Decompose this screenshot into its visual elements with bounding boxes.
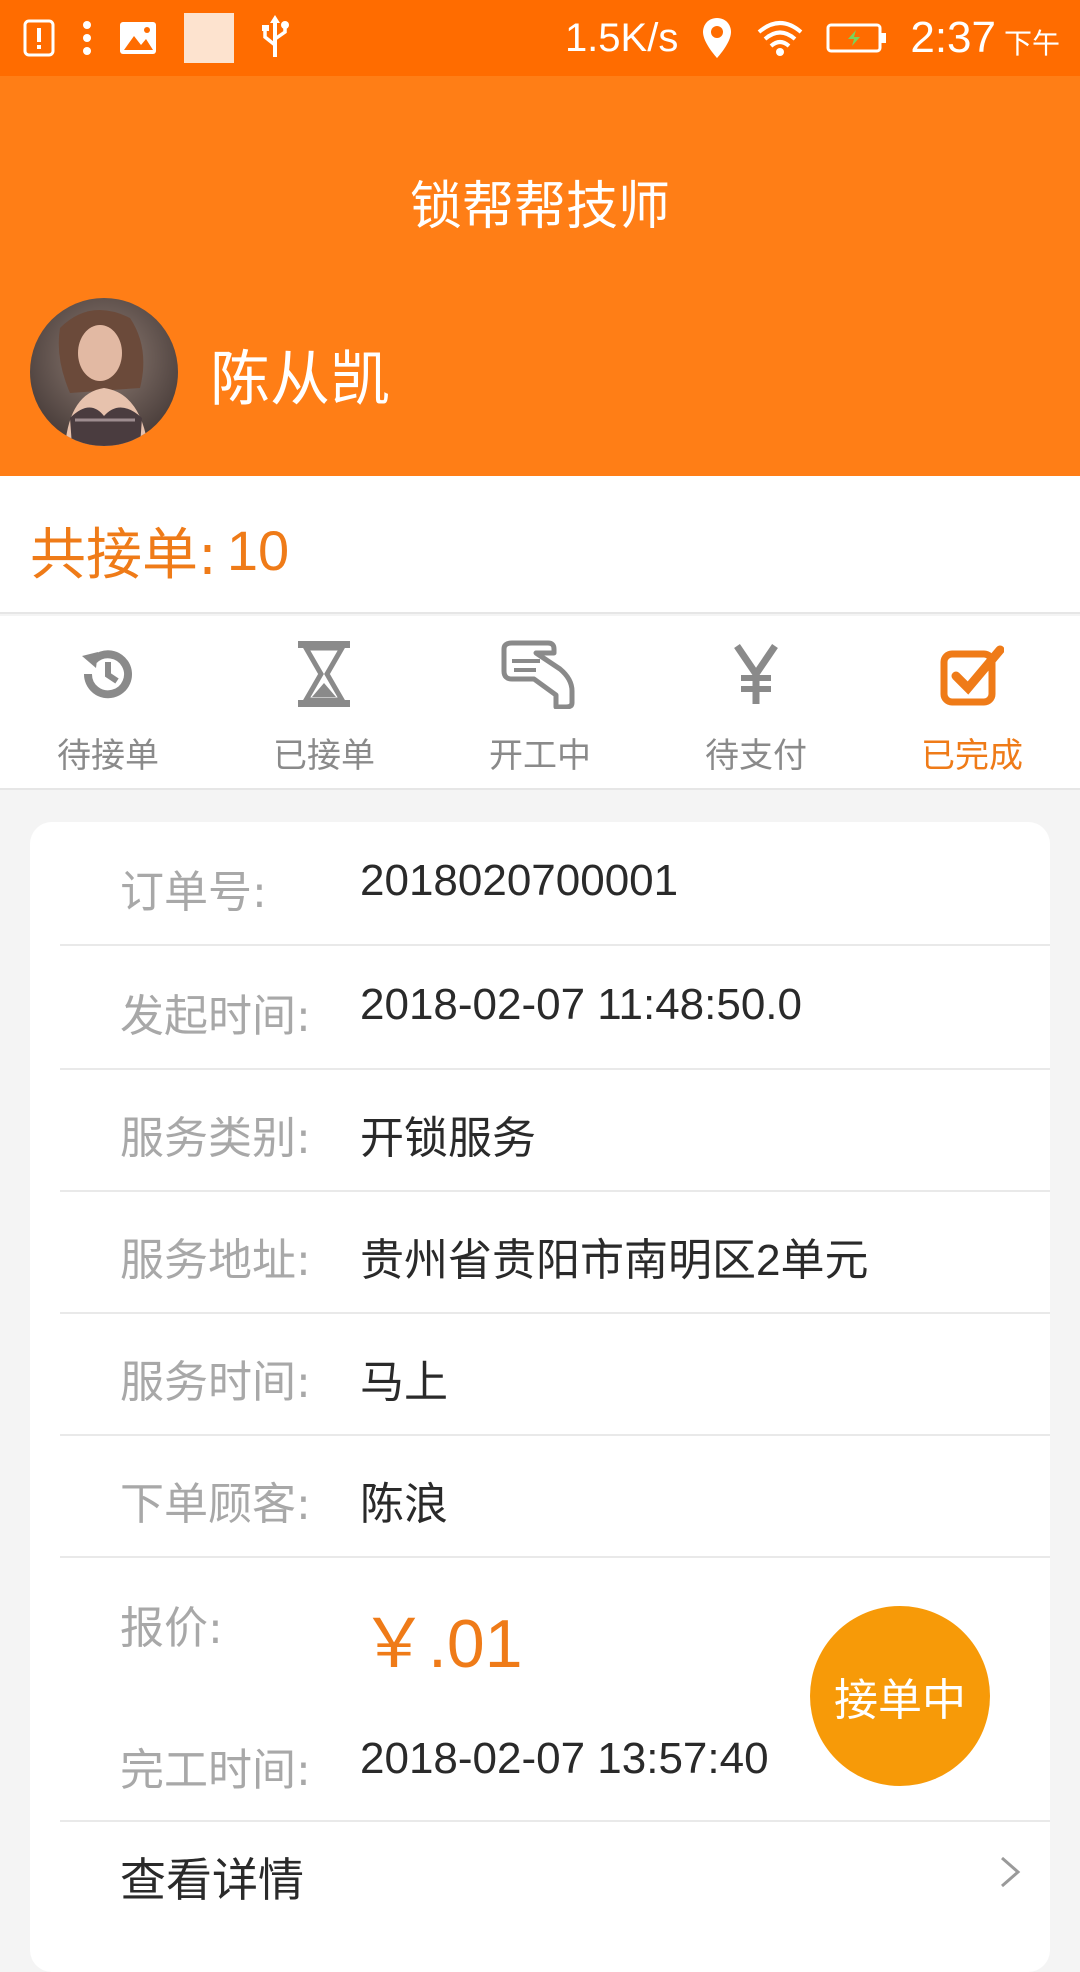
app-title: 锁帮帮技师 <box>409 177 670 237</box>
address-label: 服务地址: <box>120 1235 311 1286</box>
status-tabs: 待接单 已接单 开工中 待支付 已完成 <box>0 616 1080 790</box>
wifi-icon <box>758 21 803 56</box>
usb-icon <box>262 15 289 57</box>
start-time-label: 发起时间: <box>120 991 311 1042</box>
start-time-row: 发起时间: 2018-02-07 11:48:50.0 <box>60 946 1050 1070</box>
tab-label: 待接单 <box>57 736 159 776</box>
start-time-value: 2018-02-07 11:48:50.0 <box>360 980 802 1029</box>
tab-completed[interactable]: 已完成 <box>864 616 1080 788</box>
finish-time-value: 2018-02-07 13:57:40 <box>360 1734 769 1783</box>
price-row: 报价: ￥.01 完工时间: 2018-02-07 13:57:40 接单中 <box>60 1556 1050 1822</box>
order-number-row: 订单号: 2018020700001 <box>60 822 1050 946</box>
hand-icon <box>501 640 575 709</box>
tab-pending[interactable]: 待接单 <box>0 616 216 788</box>
service-time-label: 服务时间: <box>120 1357 311 1408</box>
price-label: 报价: <box>120 1603 223 1654</box>
chevron-right-icon <box>1001 1856 1021 1888</box>
order-number-label: 订单号: <box>120 867 267 918</box>
tab-label: 已接单 <box>273 736 375 776</box>
clock-ampm: 下午 <box>1003 27 1060 60</box>
checkbox-icon <box>940 645 1004 706</box>
category-row: 服务类别: 开锁服务 <box>60 1068 1050 1192</box>
finish-time-label: 完工时间: <box>120 1745 311 1796</box>
order-number-value: 2018020700001 <box>360 856 679 905</box>
tab-accepted[interactable]: 已接单 <box>216 616 432 788</box>
history-icon <box>82 650 132 699</box>
hourglass-icon <box>298 641 350 707</box>
service-time-value: 马上 <box>360 1358 448 1407</box>
view-details-label: 查看详情 <box>120 1853 304 1907</box>
order-card[interactable]: 订单号: 2018020700001 发起时间: 2018-02-07 11:4… <box>30 822 1050 1972</box>
customer-value: 陈浪 <box>360 1480 448 1529</box>
yen-icon <box>734 644 778 704</box>
order-count-label: 共接单: <box>30 523 217 588</box>
customer-row: 下单顾客: 陈浪 <box>60 1434 1050 1558</box>
order-count-bar: 共接单: 10 <box>0 476 1080 614</box>
service-time-row: 服务时间: 马上 <box>60 1312 1050 1436</box>
notification-thumbnail <box>184 13 234 63</box>
tab-unpaid[interactable]: 待支付 <box>648 616 864 788</box>
view-details-row[interactable]: 查看详情 <box>60 1812 1050 1932</box>
avatar[interactable] <box>30 298 178 446</box>
order-count-value: 10 <box>226 519 290 582</box>
alert-icon <box>23 19 55 57</box>
more-vert-icon <box>83 21 91 55</box>
category-label: 服务类别: <box>120 1113 311 1164</box>
customer-label: 下单顾客: <box>120 1479 311 1530</box>
address-value: 贵州省贵阳市南明区2单元 <box>360 1236 869 1285</box>
tab-label: 开工中 <box>489 736 591 776</box>
accept-order-button[interactable]: 接单中 <box>810 1606 990 1786</box>
category-value: 开锁服务 <box>360 1114 536 1163</box>
image-icon <box>120 22 156 54</box>
battery-icon <box>826 23 887 53</box>
location-icon <box>703 18 732 58</box>
address-row: 服务地址: 贵州省贵阳市南明区2单元 <box>60 1190 1050 1314</box>
user-name: 陈从凯 <box>210 345 390 415</box>
tab-working[interactable]: 开工中 <box>432 616 648 788</box>
tab-label: 已完成 <box>921 736 1023 776</box>
status-bar: 1.5K/s 2:37 下午 <box>0 0 1080 76</box>
tab-label: 待支付 <box>705 736 807 776</box>
profile-header: 锁帮帮技师 陈从凯 <box>0 76 1080 476</box>
price-value: ￥.01 <box>360 1606 523 1682</box>
network-speed: 1.5K/s <box>564 15 679 60</box>
order-count: 共接单: 10 <box>30 510 289 591</box>
clock-time: 2:37 <box>910 13 996 62</box>
